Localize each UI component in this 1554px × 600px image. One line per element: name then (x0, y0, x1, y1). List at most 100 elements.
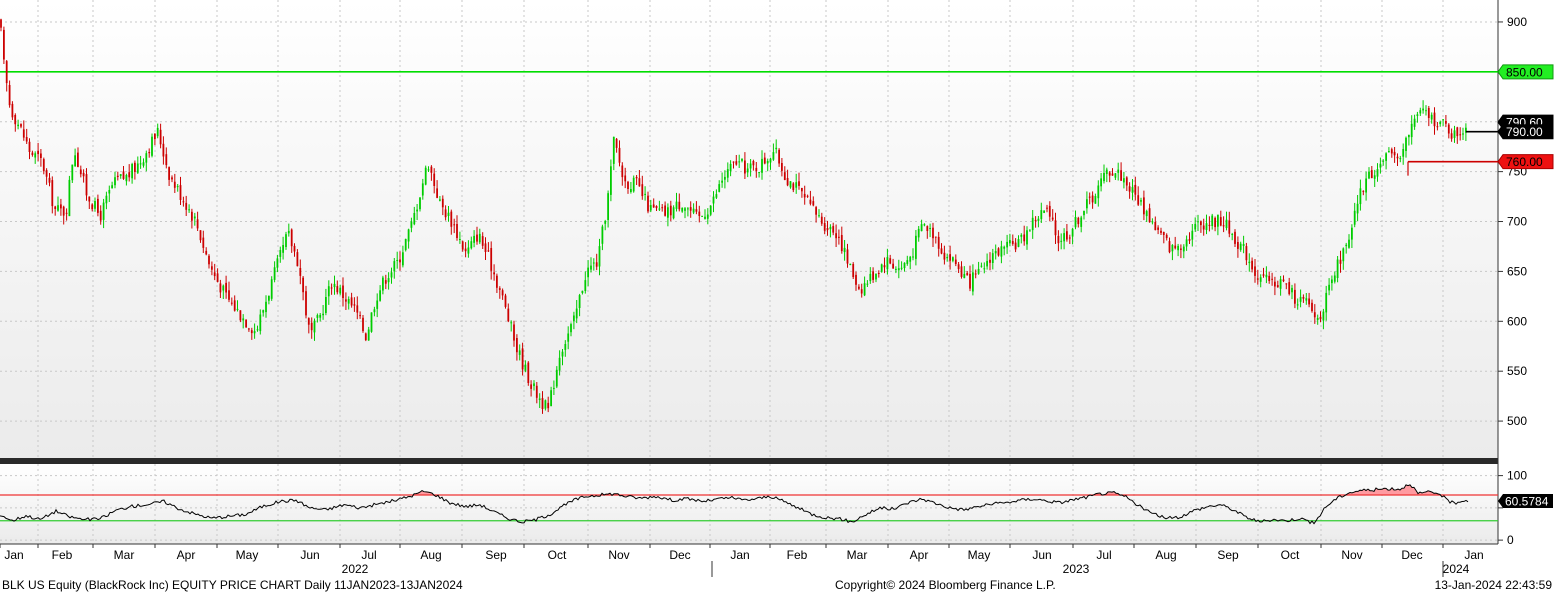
candle-body (367, 329, 370, 341)
candle-body (538, 398, 541, 400)
candle-body (937, 236, 940, 249)
candle-body (1259, 277, 1262, 282)
rsi-tick-label: 0 (1507, 533, 1514, 547)
candle-body (353, 304, 356, 306)
candle-body (225, 282, 227, 293)
candle-body (490, 248, 493, 271)
candle-body (108, 190, 111, 194)
x-tick-label: Jan (4, 548, 23, 562)
candle-body (476, 234, 478, 242)
candle-body (769, 158, 772, 163)
candle-body (1026, 230, 1028, 245)
candle-body (735, 161, 738, 165)
candle-body (1299, 296, 1302, 302)
candle-body (1311, 302, 1313, 312)
candle-body (897, 268, 900, 271)
candle-body (1256, 278, 1259, 280)
candle-body (917, 228, 920, 238)
candle-body (1148, 208, 1151, 223)
candle-body (1011, 241, 1014, 244)
candle-body (116, 175, 119, 177)
panel-divider[interactable] (0, 458, 1498, 464)
candle-body (638, 178, 641, 187)
candle-body (1048, 205, 1051, 217)
candle-body (718, 184, 721, 192)
candle-body (1419, 110, 1422, 114)
candle-body (1331, 279, 1333, 284)
candle-body (860, 289, 863, 294)
candle-body (618, 147, 621, 163)
candle-body (689, 207, 692, 211)
candle-body (997, 248, 1000, 256)
candle-body (1271, 278, 1273, 280)
candle-body (1208, 224, 1211, 226)
candle-body (644, 193, 646, 195)
candle-body (1103, 173, 1105, 182)
x-tick-label: Jan (730, 548, 749, 562)
candle-body (832, 226, 835, 233)
candle-body (1390, 149, 1393, 154)
candle-body (903, 262, 906, 269)
marker-760-tag-label: 760.00 (1506, 155, 1543, 169)
candle-body (501, 290, 504, 296)
marker-790-tag-label: 790.00 (1506, 125, 1543, 139)
candle-body (228, 290, 230, 300)
candle-body (553, 387, 555, 389)
candle-body (983, 268, 986, 270)
candle-body (1339, 259, 1342, 264)
candle-body (926, 226, 929, 231)
candle-body (1154, 222, 1157, 231)
candle-body (8, 85, 11, 106)
candle-body (530, 384, 532, 389)
candle-body (1239, 243, 1242, 250)
candle-body (1077, 217, 1080, 225)
candle-body (119, 174, 122, 176)
candle-body (28, 141, 31, 152)
candle-body (91, 204, 94, 210)
candle-body (789, 181, 792, 188)
y-tick-label: 650 (1507, 264, 1527, 278)
candle-body (253, 331, 256, 334)
candle-body (302, 277, 304, 293)
candle-body (900, 267, 903, 269)
candle-body (1009, 240, 1011, 244)
candle-body (1023, 234, 1026, 242)
x-tick-label: Dec (669, 548, 690, 562)
candle-body (1285, 283, 1288, 285)
x-tick-label: Nov (608, 548, 629, 562)
candle-body (772, 152, 775, 160)
candle-body (396, 260, 399, 261)
x-tick-label: Sep (1217, 548, 1239, 562)
candle-body (915, 235, 917, 259)
footer-copyright: Copyright© 2024 Bloomberg Finance L.P. (835, 578, 1056, 592)
candle-body (575, 308, 578, 319)
candle-body (943, 252, 946, 260)
candle-body (77, 152, 79, 167)
candle-body (1157, 227, 1159, 230)
candle-body (1254, 266, 1256, 276)
candle-body (359, 315, 361, 317)
candle-body (1125, 177, 1128, 186)
candle-body (516, 338, 518, 353)
candle-body (1234, 231, 1236, 244)
candle-body (1376, 169, 1379, 177)
candle-body (1379, 163, 1382, 168)
candle-body (171, 177, 173, 180)
candle-body (1356, 203, 1359, 214)
candle-body (162, 143, 165, 157)
candle-body (806, 195, 809, 197)
candle-body (929, 228, 931, 229)
candle-body (869, 273, 872, 282)
candle-body (136, 163, 139, 173)
price-tags-layer: 790.60850.00790.00760.0060.5784 (1497, 64, 1554, 509)
candle-body (1168, 241, 1171, 253)
candle-body (1282, 279, 1285, 282)
candle-body (99, 210, 102, 221)
candle-body (325, 297, 327, 313)
candle-body (1393, 151, 1396, 156)
candle-body (1228, 220, 1231, 234)
candle-body (766, 161, 769, 164)
candle-body (932, 227, 934, 239)
candle-body (11, 103, 14, 118)
candle-body (880, 264, 883, 272)
